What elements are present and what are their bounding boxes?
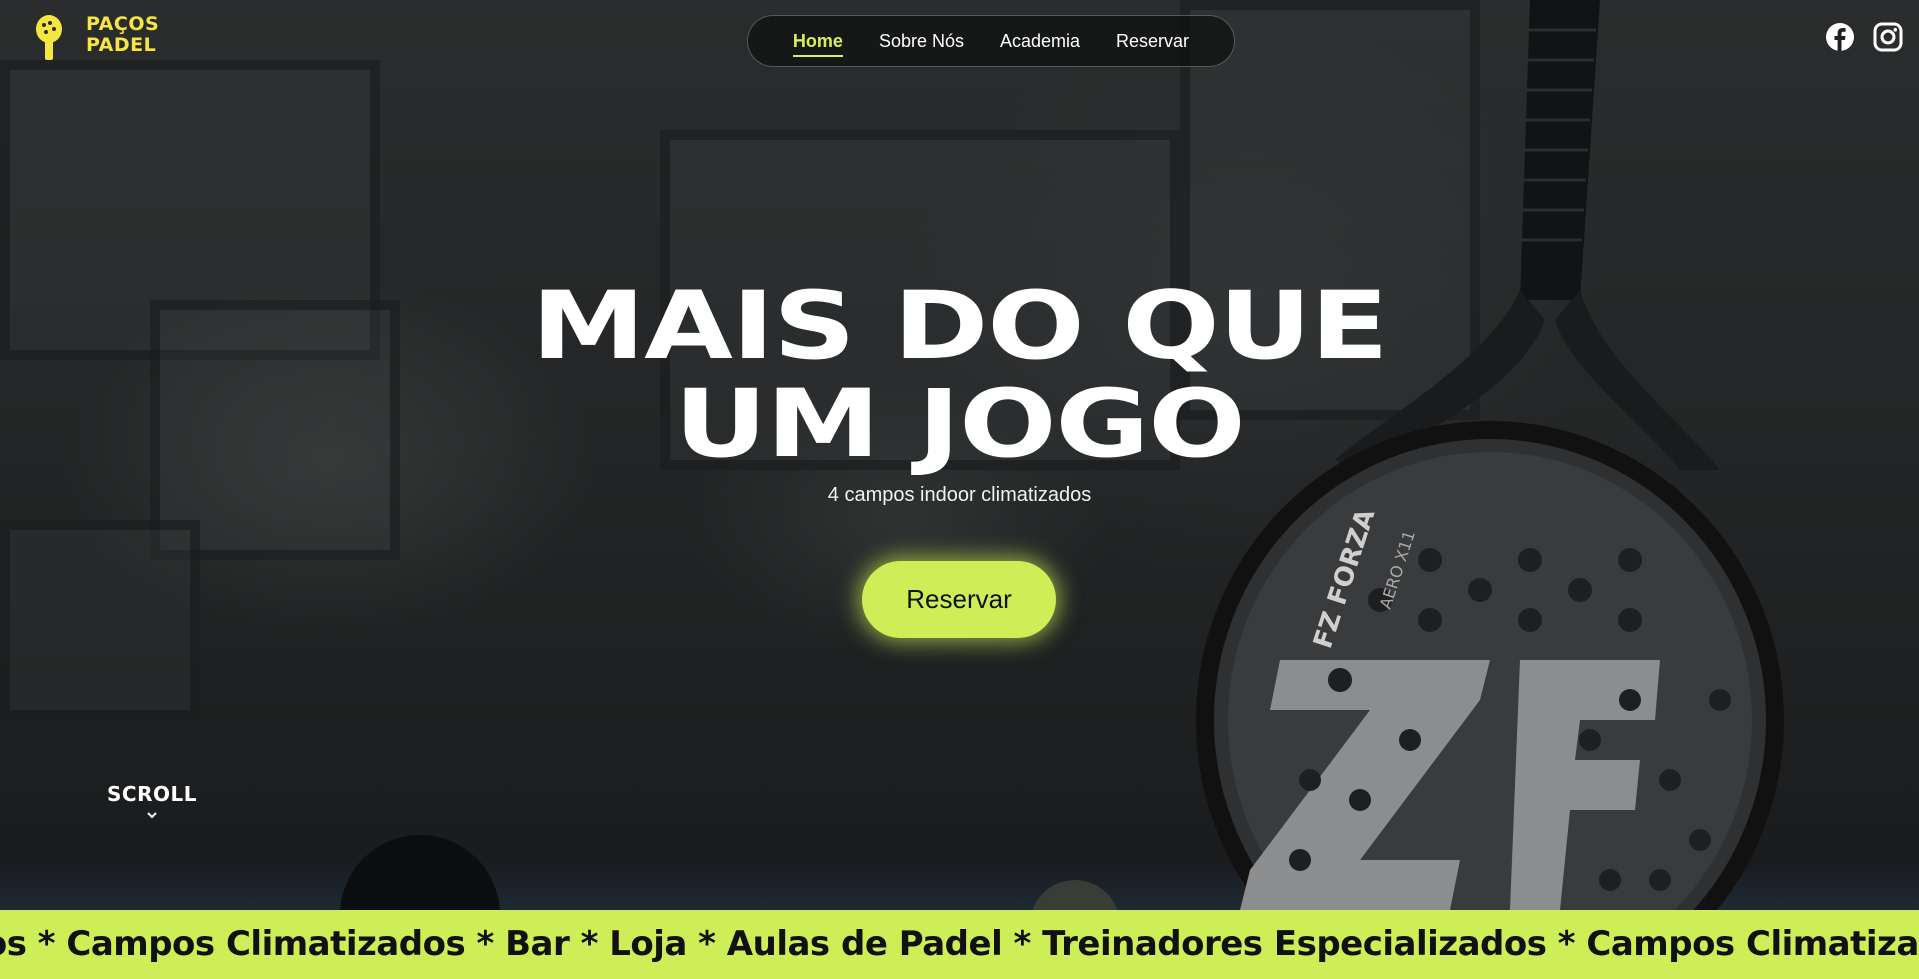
nav-academia[interactable]: Academia <box>1000 31 1080 52</box>
site-logo[interactable]: PAÇOS PADEL <box>34 14 159 64</box>
features-marquee: dos * Campos Climatizados * Bar * Loja *… <box>0 910 1919 979</box>
hero-title: MAIS DO QUE UM JOGO <box>0 278 1919 474</box>
scroll-label: SCROLL <box>107 782 197 806</box>
nav-home[interactable]: Home <box>792 31 843 57</box>
nav-reservar[interactable]: Reservar <box>1116 31 1189 52</box>
hero-subtitle: 4 campos indoor climatizados <box>827 484 1092 506</box>
logo-line1: PAÇOS <box>86 13 160 35</box>
nav-sobre-nos[interactable]: Sobre Nós <box>879 31 964 52</box>
main-nav: Home Sobre Nós Academia Reservar <box>747 15 1235 67</box>
logo-text: PAÇOS PADEL <box>86 14 159 56</box>
background-window <box>0 520 200 720</box>
marquee-text: dos * Campos Climatizados * Bar * Loja *… <box>0 924 1919 964</box>
hero-title-line1: MAIS DO QUE <box>531 272 1388 381</box>
instagram-icon[interactable] <box>1873 22 1903 52</box>
scroll-indicator[interactable]: SCROLL <box>96 782 208 820</box>
padel-racket-logo-icon <box>36 15 62 60</box>
social-links <box>1825 22 1903 52</box>
hero-title-line2: UM JOGO <box>674 370 1246 479</box>
logo-line2: PADEL <box>86 34 157 56</box>
chevron-down-icon <box>147 812 157 819</box>
reservar-button[interactable]: Reservar <box>862 561 1056 638</box>
facebook-icon[interactable] <box>1825 22 1855 52</box>
